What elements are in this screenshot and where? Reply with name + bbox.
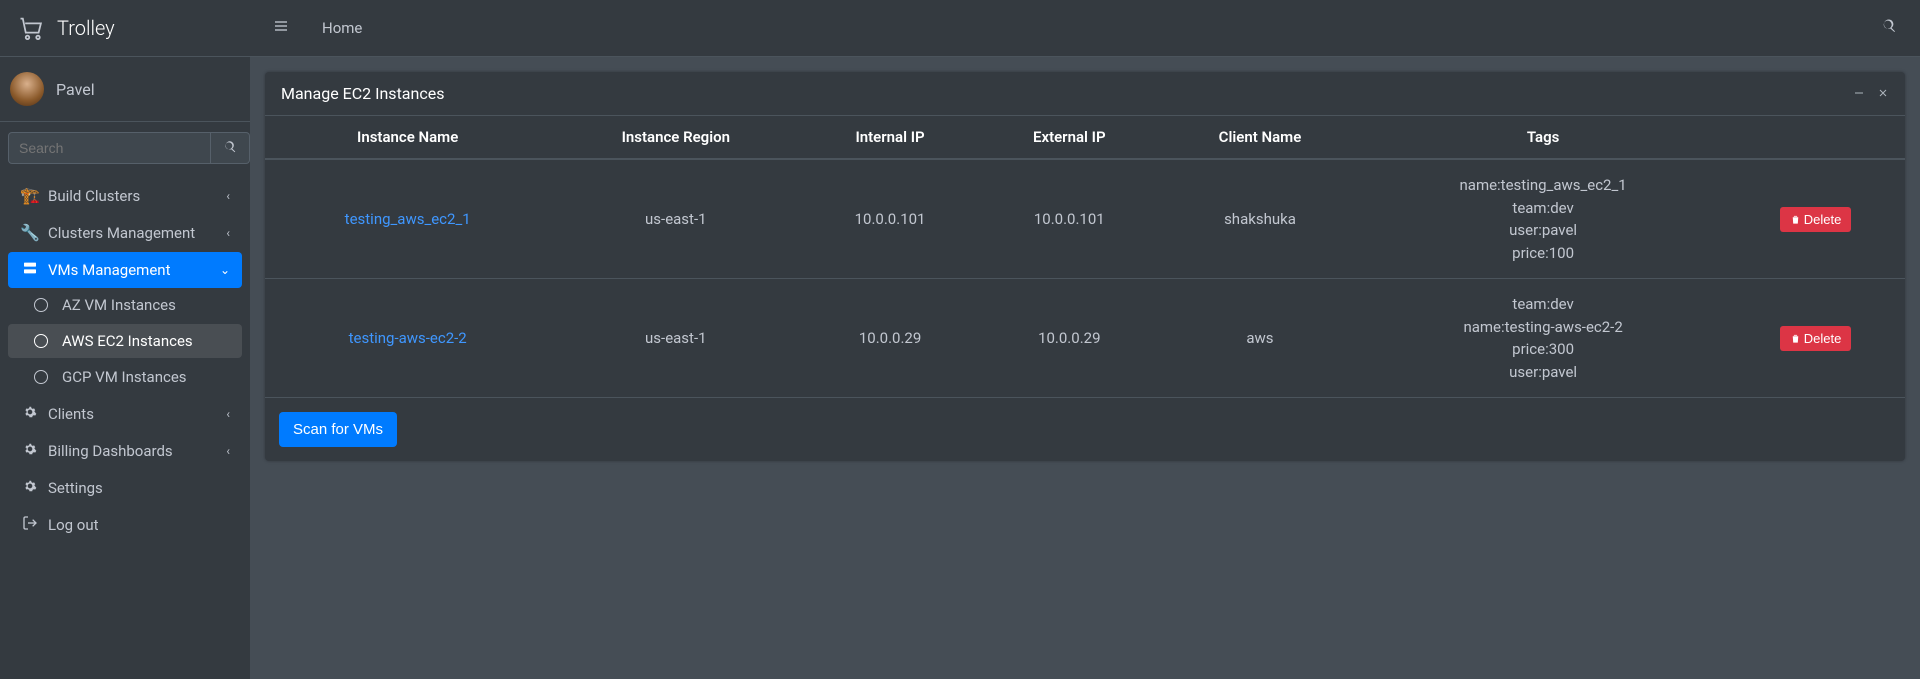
- user-name: Pavel: [56, 80, 95, 99]
- th-instance-region: Instance Region: [550, 116, 801, 159]
- chevron-left-icon: ‹: [226, 226, 230, 240]
- cell-tags: team:devname:testing-aws-ec2-2price:300u…: [1360, 279, 1726, 398]
- card-title: Manage EC2 Instances: [281, 84, 1853, 103]
- logout-icon: [20, 515, 40, 535]
- th-instance-name: Instance Name: [265, 116, 550, 159]
- nav-label: GCP VM Instances: [62, 368, 230, 386]
- content: Manage EC2 Instances Instance Name: [250, 57, 1920, 679]
- th-internal-ip: Internal IP: [801, 116, 979, 159]
- nav-label: Billing Dashboards: [48, 442, 226, 460]
- nav-vms-management[interactable]: VMs Management ⌄: [8, 252, 242, 288]
- delete-button[interactable]: Delete: [1780, 207, 1852, 232]
- cart-icon: [14, 12, 47, 45]
- nav-label: Clients: [48, 405, 226, 423]
- nav-build-clusters[interactable]: 🏗️ Build Clusters ‹: [8, 178, 242, 213]
- circle-icon: [34, 370, 48, 384]
- cell-internal_ip: 10.0.0.101: [801, 159, 979, 279]
- nav-label: VMs Management: [48, 261, 220, 279]
- cell-region: us-east-1: [550, 279, 801, 398]
- cell-external_ip: 10.0.0.29: [979, 279, 1160, 398]
- delete-label: Delete: [1804, 331, 1842, 346]
- brand[interactable]: Trolley: [0, 0, 250, 57]
- topbar-search-icon[interactable]: [1873, 10, 1905, 46]
- nav-billing-dashboards[interactable]: Billing Dashboards ‹: [8, 433, 242, 468]
- nav-logout[interactable]: Log out: [8, 507, 242, 543]
- sidebar-search: [0, 122, 250, 174]
- nav-clients[interactable]: Clients ‹: [8, 396, 242, 431]
- topbar: Home: [250, 0, 1920, 57]
- gear-icon: [20, 441, 40, 460]
- close-icon[interactable]: [1877, 84, 1889, 103]
- search-icon: [223, 142, 237, 157]
- breadcrumb-home[interactable]: Home: [322, 19, 362, 37]
- chevron-left-icon: ‹: [226, 189, 230, 203]
- th-tags: Tags: [1360, 116, 1726, 159]
- chevron-left-icon: ‹: [226, 407, 230, 421]
- gear-icon: [20, 404, 40, 423]
- th-client-name: Client Name: [1160, 116, 1360, 159]
- nav-label: Build Clusters: [48, 187, 226, 205]
- user-panel[interactable]: Pavel: [0, 57, 250, 122]
- chevron-left-icon: ‹: [226, 444, 230, 458]
- avatar: [10, 72, 44, 106]
- table-row: testing_aws_ec2_1us-east-110.0.0.10110.0…: [265, 159, 1905, 279]
- instances-table: Instance Name Instance Region Internal I…: [265, 116, 1905, 398]
- nav-label: Clusters Management: [48, 224, 226, 242]
- sidebar: Trolley Pavel 🏗️ Build Clusters: [0, 0, 250, 679]
- nav-gcp-vm-instances[interactable]: GCP VM Instances: [8, 360, 242, 394]
- circle-icon: [34, 298, 48, 312]
- cell-tags: name:testing_aws_ec2_1team:devuser:pavel…: [1360, 159, 1726, 279]
- server-icon: [20, 260, 40, 280]
- cell-region: us-east-1: [550, 159, 801, 279]
- nav-clusters-management[interactable]: 🔧 Clusters Management ‹: [8, 215, 242, 250]
- brand-text: Trolley: [57, 16, 115, 40]
- search-button[interactable]: [211, 132, 250, 164]
- construction-icon: 🏗️: [20, 186, 40, 205]
- scan-for-vms-button[interactable]: Scan for VMs: [279, 412, 397, 447]
- nav-az-vm-instances[interactable]: AZ VM Instances: [8, 288, 242, 322]
- instance-name-link[interactable]: testing_aws_ec2_1: [345, 210, 471, 228]
- nav-settings[interactable]: Settings: [8, 470, 242, 505]
- th-external-ip: External IP: [979, 116, 1160, 159]
- cell-internal_ip: 10.0.0.29: [801, 279, 979, 398]
- table-row: testing-aws-ec2-2us-east-110.0.0.2910.0.…: [265, 279, 1905, 398]
- nav: 🏗️ Build Clusters ‹ 🔧 Clusters Managemen…: [0, 174, 250, 549]
- cell-external_ip: 10.0.0.101: [979, 159, 1160, 279]
- card: Manage EC2 Instances Instance Name: [265, 72, 1905, 461]
- wrench-icon: 🔧: [20, 223, 40, 242]
- chevron-down-icon: ⌄: [220, 263, 230, 277]
- circle-icon: [34, 334, 48, 348]
- delete-button[interactable]: Delete: [1780, 326, 1852, 351]
- collapse-icon[interactable]: [1853, 84, 1865, 103]
- card-header: Manage EC2 Instances: [265, 72, 1905, 116]
- cell-client: shakshuka: [1160, 159, 1360, 279]
- search-input[interactable]: [8, 132, 211, 164]
- nav-label: AWS EC2 Instances: [62, 332, 230, 350]
- nav-label: Log out: [48, 516, 230, 534]
- th-actions: [1726, 116, 1905, 159]
- nav-aws-ec2-instances[interactable]: AWS EC2 Instances: [8, 324, 242, 358]
- delete-label: Delete: [1804, 212, 1842, 227]
- gear-icon: [20, 478, 40, 497]
- instance-name-link[interactable]: testing-aws-ec2-2: [349, 329, 467, 347]
- nav-label: Settings: [48, 479, 230, 497]
- cell-client: aws: [1160, 279, 1360, 398]
- nav-label: AZ VM Instances: [62, 296, 230, 314]
- menu-toggle-icon[interactable]: [265, 10, 297, 46]
- main: Home Manage EC2 Instances: [250, 0, 1920, 679]
